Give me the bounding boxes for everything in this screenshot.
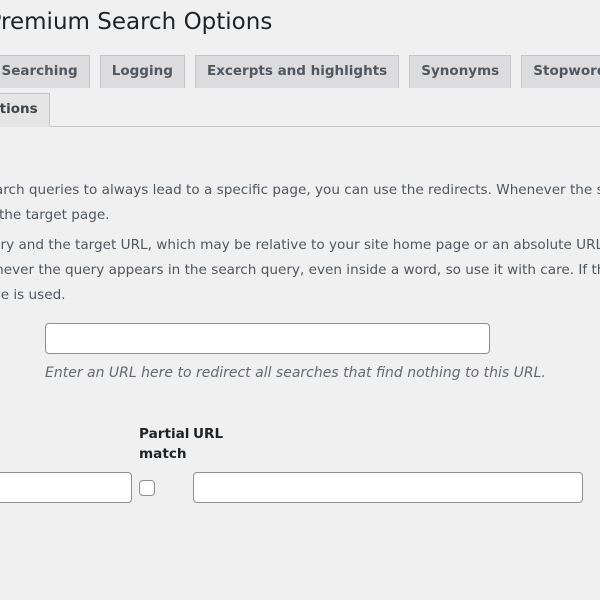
tab-searching[interactable]: Searching (0, 55, 90, 88)
tab-excerpts-and-highlights[interactable]: Excerpts and highlights (194, 55, 400, 88)
browser-viewport: Relevanssi Premium Search Options Attach… (0, 0, 600, 600)
column-header-url: URL (193, 426, 224, 442)
table-header-row: Query Partial match URL (0, 424, 583, 464)
default-redirect-help-text: Enter an URL here to redirect all search… (45, 365, 546, 381)
redirects-table-body (0, 464, 583, 510)
tab-stopwords[interactable]: Stopwords (521, 55, 600, 88)
settings-tab-bar: Attachments Searching Logging Excerpts a… (0, 55, 600, 127)
tab-synonyms[interactable]: Synonyms (409, 55, 512, 88)
redirect-query-input[interactable] (0, 471, 132, 503)
tab-logging[interactable]: Logging (99, 55, 185, 88)
settings-page: Relevanssi Premium Search Options Attach… (0, 0, 600, 600)
tab-row-secondary: Import/export options (0, 93, 55, 127)
column-header-query: Query (0, 424, 139, 464)
default-redirect-field-block (45, 323, 490, 354)
tab-row-primary: Attachments Searching Logging Excerpts a… (0, 55, 600, 88)
redirects-intro-paragraph: If you want some search queries to alway… (0, 182, 600, 223)
redirect-url-input[interactable] (193, 471, 583, 503)
redirects-table: Query Partial match URL (0, 424, 583, 510)
cell-url (193, 464, 583, 510)
cell-partial-match (139, 464, 193, 510)
tab-import-export-options[interactable]: Import/export options (0, 93, 50, 127)
cell-query (0, 464, 139, 510)
table-row (0, 464, 583, 510)
redirects-instructions-paragraph: Enter the search query and the target UR… (0, 237, 600, 303)
column-header-partial-match: Partial match (139, 424, 193, 464)
redirects-table-head: Query Partial match URL (0, 424, 583, 464)
page-title: Relevanssi Premium Search Options (0, 9, 273, 35)
column-header-partial-match-label: Partial match (139, 426, 190, 462)
redirect-partial-match-checkbox[interactable] (139, 480, 155, 496)
default-redirect-input[interactable] (45, 323, 490, 354)
